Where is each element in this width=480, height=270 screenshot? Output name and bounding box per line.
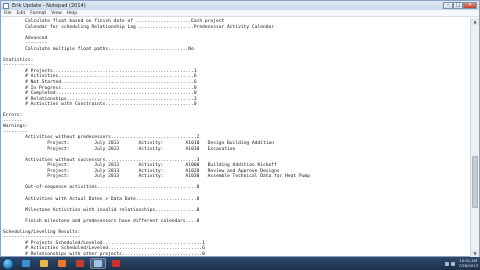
taskbar: 10:51 AM 7/26/2013 [0,257,480,270]
system-tray: 10:51 AM 7/26/2013 [444,257,478,270]
network-icon[interactable] [444,261,449,266]
scroll-up-arrow[interactable]: ▲ [471,18,479,25]
taskbar-file-explorer-button[interactable] [36,258,52,269]
title-bar[interactable]: Erik Update - Notepad (2014) – □ ✕ [1,1,479,10]
volume-icon[interactable] [450,261,455,266]
maximize-button[interactable]: □ [453,2,463,9]
scroll-thumb[interactable] [472,156,478,208]
menu-help[interactable]: Help [67,11,77,16]
text-editor-area[interactable]: Calculate float based on finish date of … [1,18,470,257]
file-explorer-icon [40,260,48,267]
pdf-reader-icon [112,260,120,267]
menu-file[interactable]: File [4,11,12,16]
taskbar-internet-explorer-button[interactable] [18,258,34,269]
window-controls: – □ ✕ [443,2,477,9]
taskbar-apps [18,258,126,269]
taskbar-notepad-button[interactable] [90,258,106,269]
start-button[interactable] [2,257,14,270]
notepad-icon [3,2,9,9]
menu-bar: File Edit Format View Help [1,10,479,17]
window-title: Erik Update - Notepad (2014) [12,2,86,9]
taskbar-primavera-button[interactable] [72,258,88,269]
notepad-window: Erik Update - Notepad (2014) – □ ✕ File … [0,0,480,257]
media-player-icon [58,260,66,267]
clock[interactable]: 10:51 AM 7/26/2013 [458,258,478,268]
vertical-scrollbar[interactable]: ▲ ▼ [470,18,479,257]
taskbar-pdf-reader-button[interactable] [108,258,124,269]
taskbar-media-player-button[interactable] [54,258,70,269]
menu-edit[interactable]: Edit [17,11,26,16]
notepad-icon [94,260,102,267]
menu-format[interactable]: Format [30,11,46,16]
clock-date: 7/26/2013 [458,262,478,268]
menu-view[interactable]: View [51,11,62,16]
minimize-button[interactable]: – [443,2,453,9]
internet-explorer-icon [22,260,30,267]
scroll-down-arrow[interactable]: ▼ [471,250,479,257]
close-button[interactable]: ✕ [463,2,477,9]
primavera-icon [76,260,84,267]
